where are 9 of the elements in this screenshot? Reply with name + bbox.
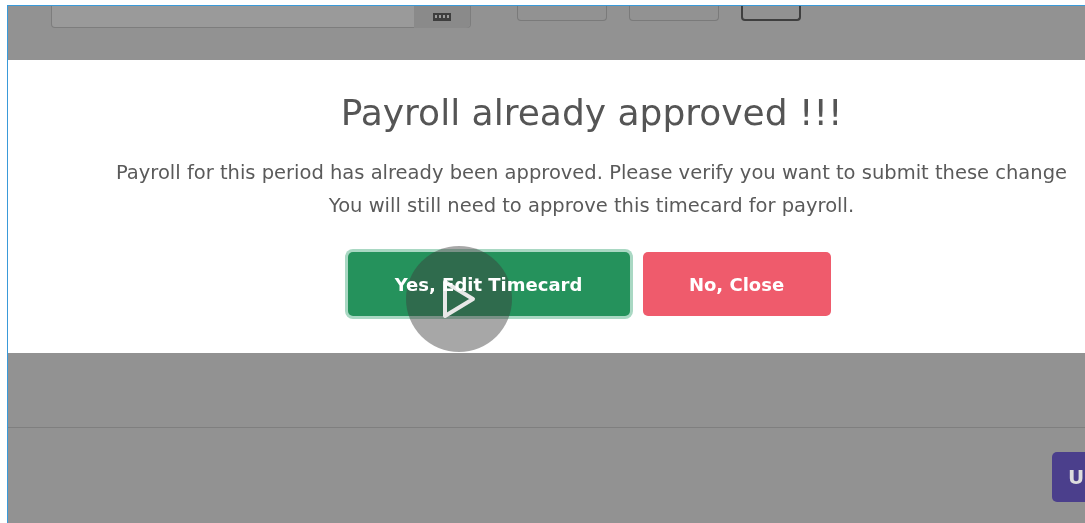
footer-button[interactable]: U	[1052, 452, 1085, 502]
dialog-message: You will still need to approve this timecard for payroll.	[328, 193, 855, 220]
toolbar-button[interactable]	[741, 6, 801, 21]
dialog-message: Payroll for this period has already been approved. Please verify you want to submit these change	[115, 160, 1068, 187]
close-button[interactable]: No, Close	[642, 252, 831, 317]
date-field[interactable]	[51, 6, 471, 28]
calendar-icon	[433, 13, 451, 21]
dialog-title: Payroll already approved !!!	[340, 91, 843, 135]
calendar-button[interactable]	[414, 6, 470, 28]
